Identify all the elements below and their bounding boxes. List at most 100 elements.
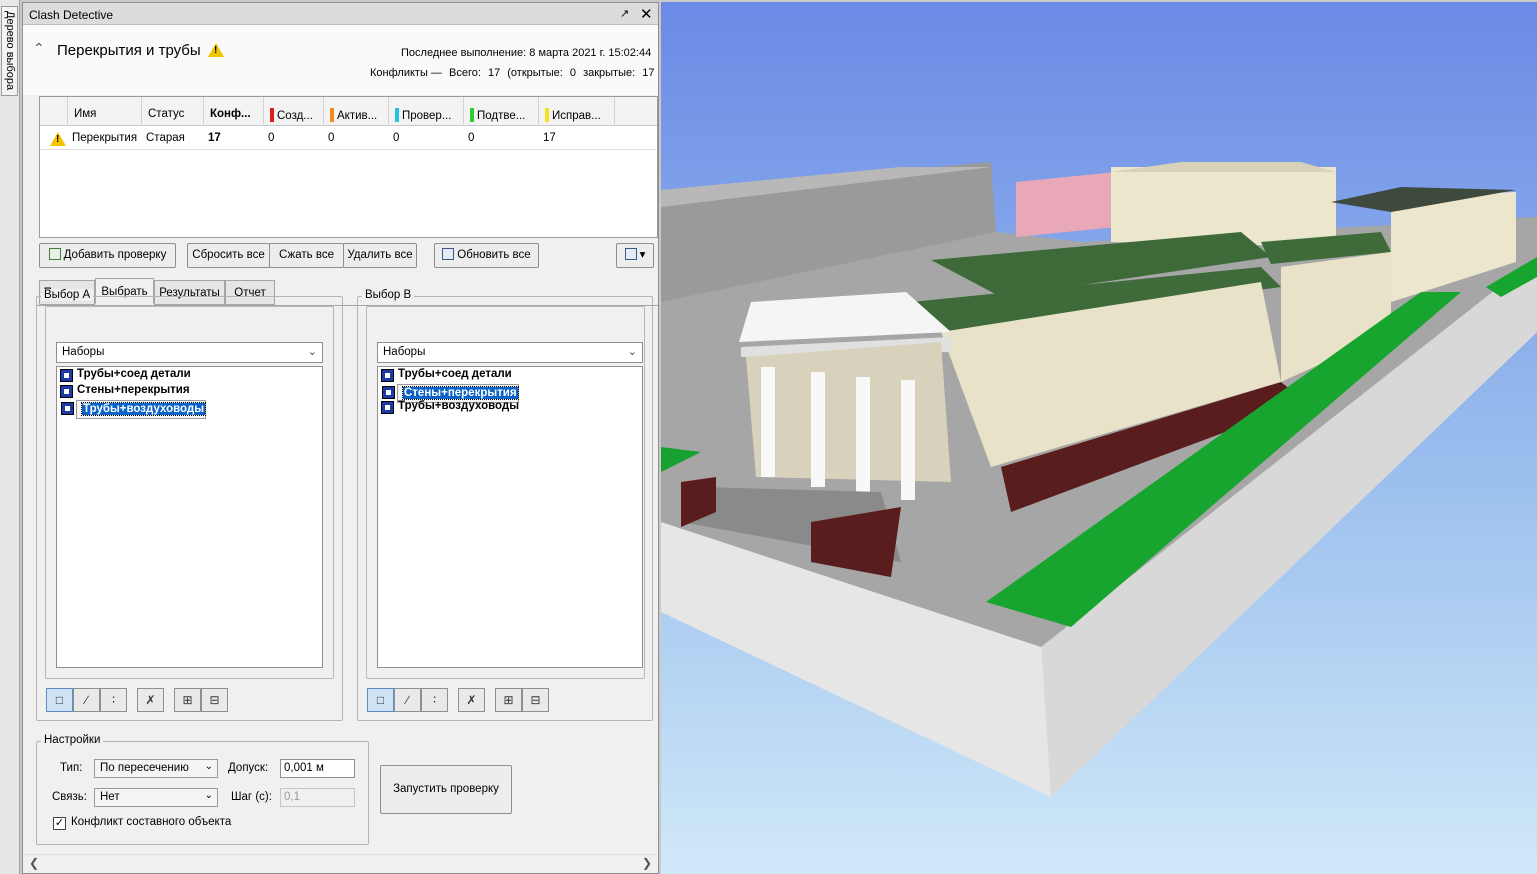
composite-label: Конфликт составного объекта [71,816,232,828]
pin-icon[interactable]: ↗ [620,7,629,20]
grid-col-status[interactable]: Статус [142,97,204,126]
grid-col-resolved[interactable]: Исправ... [539,97,615,126]
set-icon [60,369,73,382]
3d-viewport[interactable] [661,2,1537,874]
selection-tree-tab-label: Дерево выбора [4,11,16,91]
set-icon [382,386,395,399]
open-value: 0 [569,67,576,79]
last-run-value: 8 марта 2021 г. 15:02:44 [529,47,652,59]
export-icon [624,248,637,260]
reset-all-button[interactable]: Сбросить все [187,243,270,268]
add-test-button[interactable]: Добавить проверку [39,243,176,268]
select-in-scene-a[interactable]: ⊟ [201,688,228,712]
row-name: Перекрытия [72,132,138,144]
closed-value: 17 [642,67,655,79]
panel-title: Clash Detective [29,8,114,22]
tests-grid: Имя Статус Конф... Созд... Актив... Пров… [39,96,658,238]
scroll-right-icon[interactable]: ❯ [642,856,652,870]
closed-label: закрытые: [583,67,636,79]
list-item[interactable]: Трубы+соед детали [381,368,513,383]
grid-col-reviewed[interactable]: Провер... [389,97,464,126]
selection-a-label: Выбор А [41,289,94,301]
surfaces-toggle-a[interactable]: □ [46,688,73,712]
use-current-selection-b[interactable]: ⊞ [495,688,522,712]
points-toggle-a[interactable]: ∶ [100,688,127,712]
scroll-left-icon[interactable]: ❮ [29,856,39,870]
grid-col-approved[interactable]: Подтве... [464,97,539,126]
table-row[interactable]: Перекрытия Старая 17 0 0 0 0 17 [40,127,657,150]
lines-toggle-a[interactable]: ∕ [73,688,100,712]
type-select[interactable]: По пересечению ⌄ [94,759,218,778]
tolerance-label: Допуск: [228,762,269,774]
active-color-bar [330,108,334,122]
conflicts-label: Конфликты — [370,67,442,79]
export-dropdown-button[interactable]: ▾ [616,243,654,268]
run-test-button[interactable]: Запустить проверку [380,765,512,814]
row-status: Старая [146,132,185,144]
resolved-color-bar [545,108,549,122]
step-input: 0,1 [280,788,355,807]
link-select[interactable]: Нет ⌄ [94,788,218,807]
tolerance-input[interactable]: 0,001 м [280,759,355,778]
collapse-chevron-icon[interactable]: ⌃ [33,40,45,57]
settings-label: Настройки [41,734,104,746]
last-run: Последнее выполнение: 8 марта 2021 г. 15… [401,47,651,59]
row-reviewed: 0 [393,132,400,144]
points-toggle-b[interactable]: ∶ [421,688,448,712]
clash-detective-panel: Clash Detective ↗ ✕ ⌃ Перекрытия и трубы… [22,2,659,874]
close-icon[interactable]: ✕ [640,5,653,23]
update-all-icon [442,248,455,260]
step-label: Шаг (с): [231,791,272,803]
self-intersect-toggle-b[interactable]: ✗ [458,688,485,712]
test-name: Перекрытия и трубы [57,42,201,59]
link-label: Связь: [52,791,87,803]
self-intersect-toggle-a[interactable]: ✗ [137,688,164,712]
selection-a-inner: Наборы ⌄ Трубы+соед детали Стены+перекрыт… [45,306,334,679]
last-run-label: Последнее выполнение: [401,47,527,59]
row-warning-icon [46,127,66,150]
test-header: ⌃ Перекрытия и трубы Последнее выполнени… [23,25,658,95]
selection-tree-tab[interactable]: Дерево выбора [1,6,18,96]
row-resolved: 17 [543,132,556,144]
compact-all-button[interactable]: Сжать все [269,243,344,268]
horizontal-scrollbar[interactable]: ❮ ❯ [25,854,656,871]
reviewed-color-bar [395,108,399,122]
add-test-icon [48,248,61,260]
grid-col-conflicts[interactable]: Конф... [204,97,264,126]
conflict-summary: Конфликты — Всего: 17 (открытые: 0 закры… [370,67,659,79]
use-current-selection-a[interactable]: ⊞ [174,688,201,712]
selection-a-dropdown[interactable]: Наборы ⌄ [56,342,323,363]
side-panel-strip: Дерево выбора [0,0,20,874]
set-icon [60,385,73,398]
grid-col-name[interactable]: Имя [68,97,142,126]
update-all-button[interactable]: Обновить все [434,243,539,268]
total-value: 17 [487,67,501,79]
list-item-selected[interactable]: Трубы+воздуховоды [61,400,207,419]
row-approved: 0 [468,132,475,144]
list-item[interactable]: Стены+перекрытия [60,384,191,399]
set-icon [381,401,394,414]
list-item[interactable]: Трубы+воздуховоды [381,400,520,415]
panel-titlebar: Clash Detective ↗ ✕ [23,3,658,25]
selection-b-list[interactable]: Трубы+соед детали Стены+перекрытия Трубы… [377,366,643,668]
set-icon [61,402,74,415]
open-label: (открытые: [507,67,563,79]
new-color-bar [270,108,274,122]
warning-icon [208,43,224,57]
settings-group: Настройки Тип: По пересечению ⌄ Допуск: 0… [36,734,369,845]
list-item[interactable]: Трубы+соед детали [60,368,192,383]
composite-checkbox[interactable]: ✓ [53,817,66,830]
selection-b-dropdown[interactable]: Наборы ⌄ [377,342,643,363]
grid-col-active[interactable]: Актив... [324,97,389,126]
row-active: 0 [328,132,335,144]
row-new: 0 [268,132,275,144]
delete-all-button[interactable]: Удалить все [343,243,417,268]
set-icon [381,369,394,382]
type-label: Тип: [60,762,83,774]
select-in-scene-b[interactable]: ⊟ [522,688,549,712]
selection-a-list[interactable]: Трубы+соед детали Стены+перекрытия Трубы… [56,366,323,668]
surfaces-toggle-b[interactable]: □ [367,688,394,712]
grid-col-new[interactable]: Созд... [264,97,324,126]
grid-col-icon[interactable] [40,97,68,126]
lines-toggle-b[interactable]: ∕ [394,688,421,712]
